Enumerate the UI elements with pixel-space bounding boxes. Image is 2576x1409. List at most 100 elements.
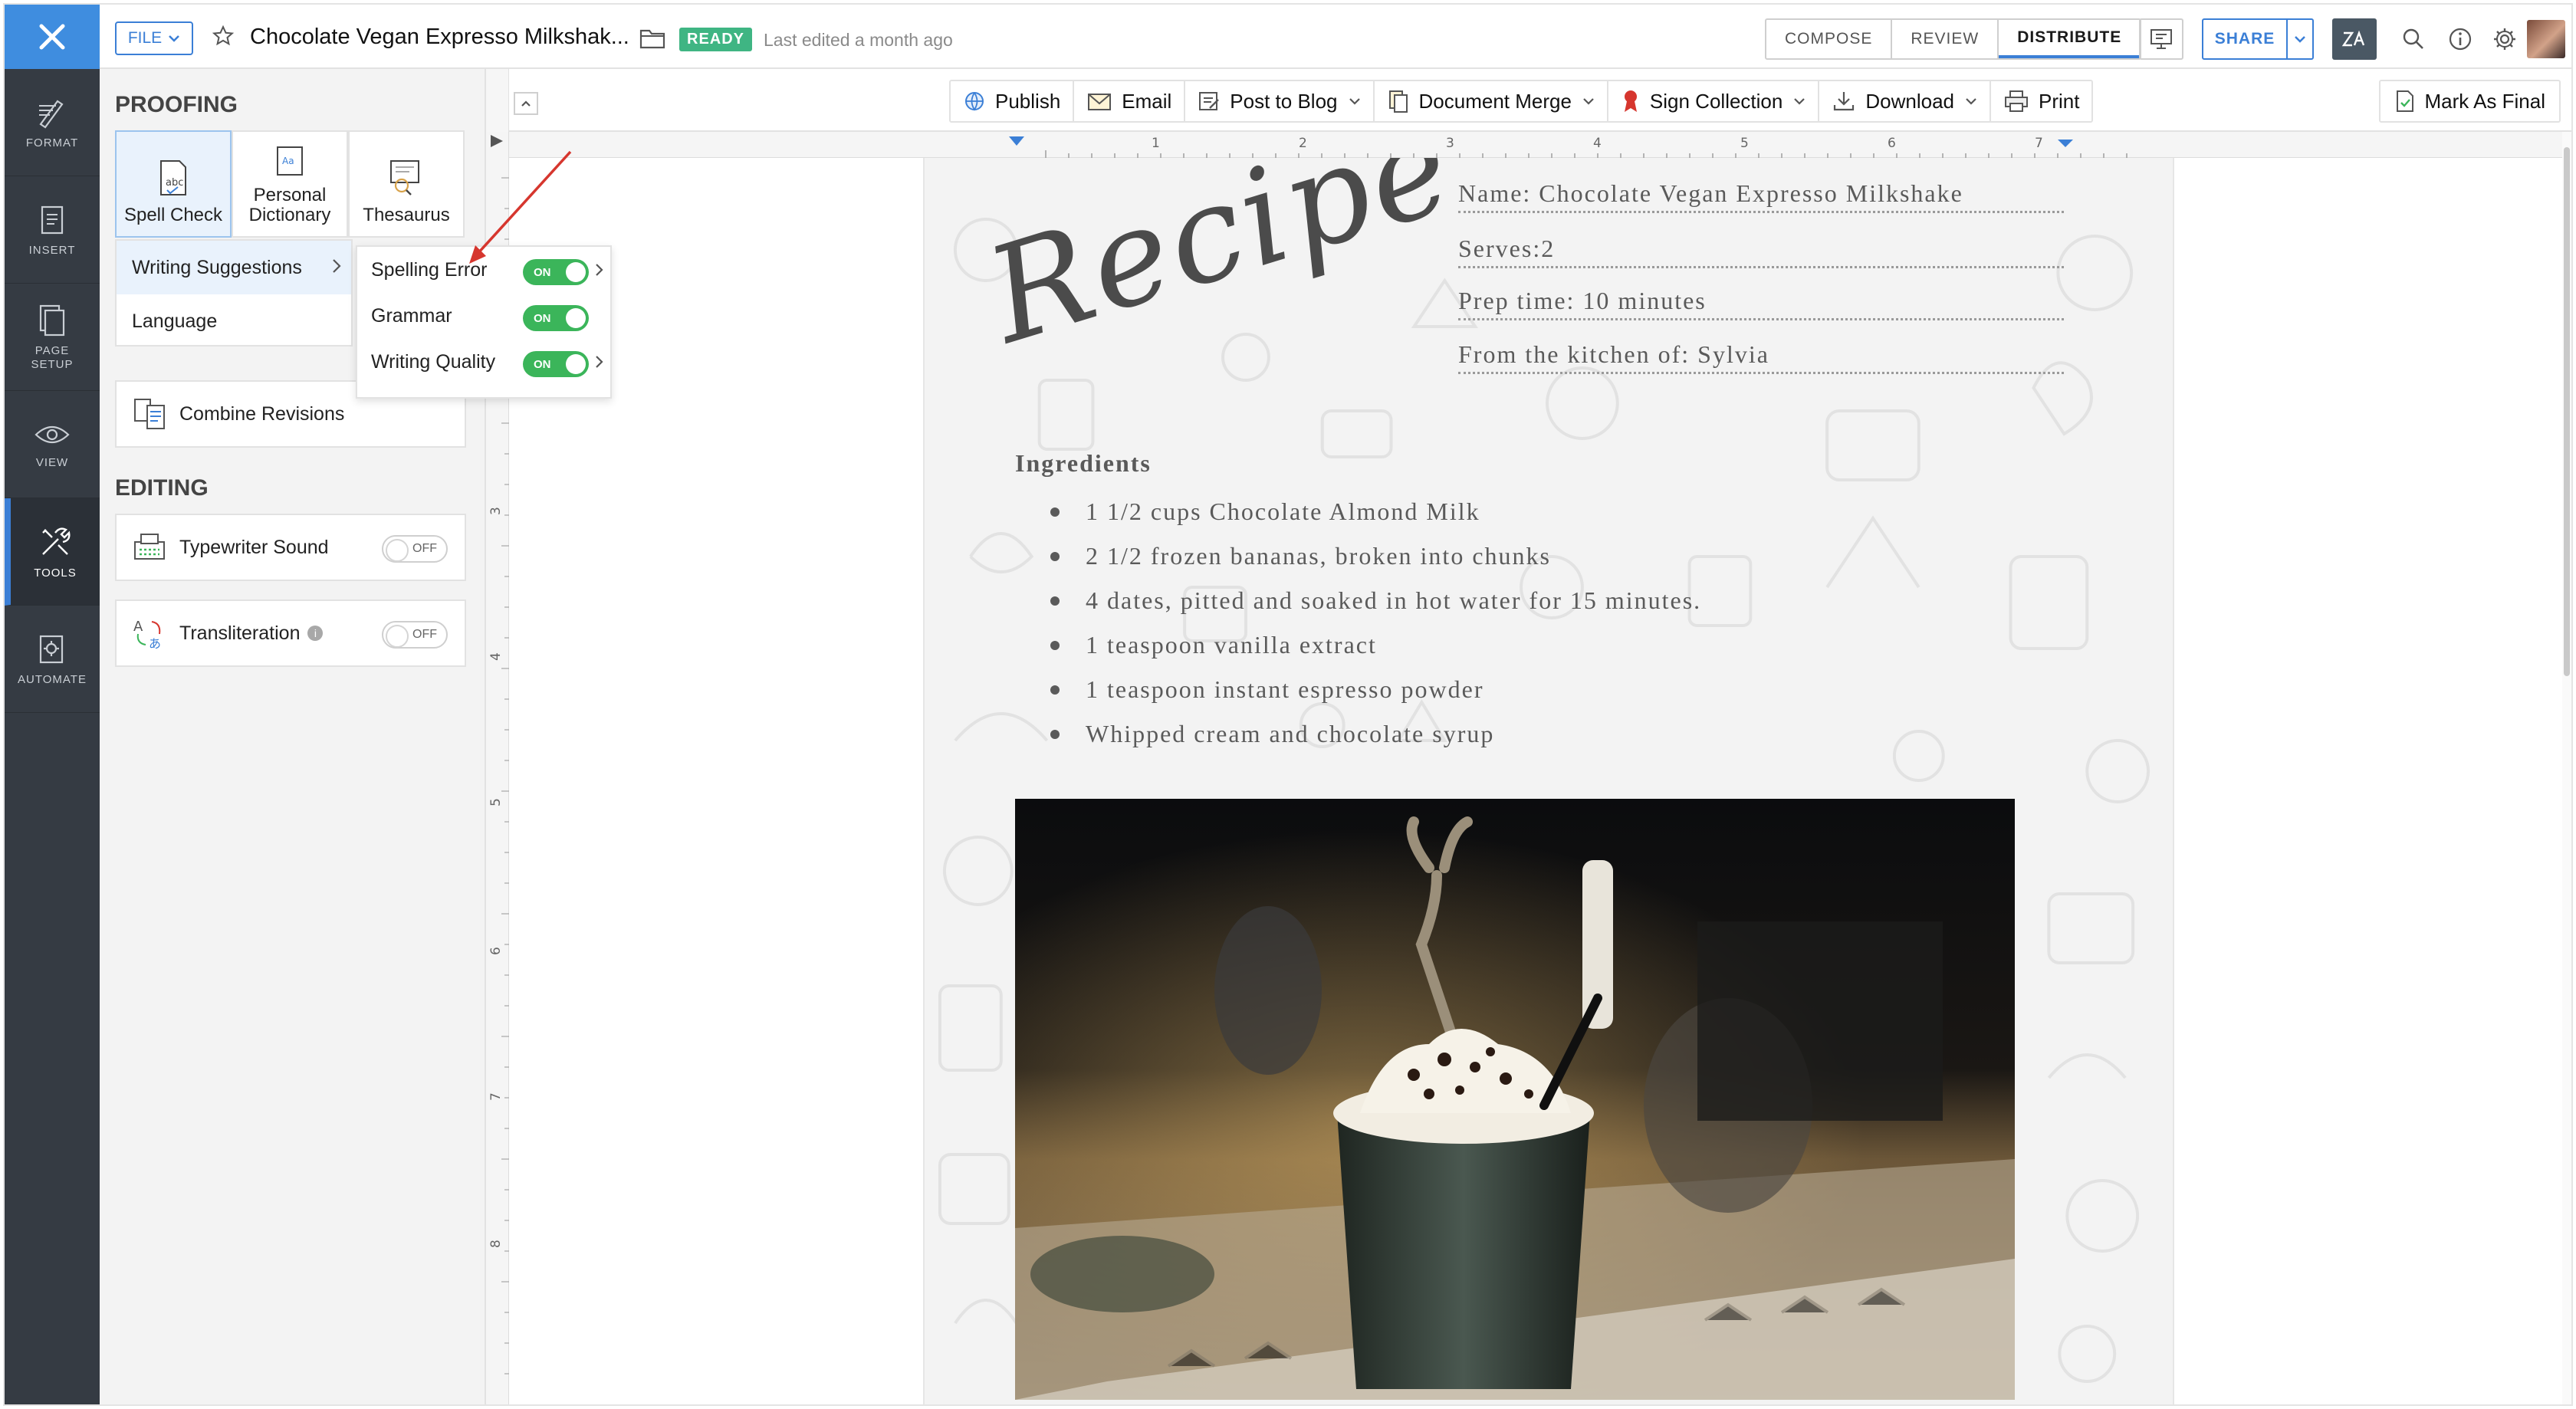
mark-as-final-button[interactable]: Mark As Final: [2378, 80, 2561, 123]
app-window: FILE Chocolate Vegan Expresso Milkshak..…: [3, 3, 2573, 1406]
kitchen-field[interactable]: From the kitchen of: Sylvia: [1458, 340, 2064, 374]
insert-icon: [41, 205, 64, 235]
document-merge-button[interactable]: Document Merge: [1375, 81, 1608, 121]
close-button[interactable]: [5, 5, 100, 69]
publish-label: Publish: [995, 89, 1061, 113]
collapse-toolbar-button[interactable]: [514, 92, 538, 115]
submenu-item-spelling-error[interactable]: Spelling Error ON: [357, 247, 610, 293]
post-to-blog-button[interactable]: Post to Blog: [1185, 81, 1375, 121]
thesaurus-label: Thesaurus: [363, 205, 450, 225]
svg-text:abc: abc: [166, 177, 183, 189]
rail-item-page-setup[interactable]: PAGE SETUP: [5, 284, 100, 391]
search-button[interactable]: [2390, 18, 2435, 60]
milkshake-photo[interactable]: [1015, 799, 2015, 1400]
ruler-label: 3: [1446, 136, 1454, 151]
submenu-item-grammar[interactable]: Grammar ON: [357, 293, 610, 339]
serves-field[interactable]: Serves:2: [1458, 235, 2064, 268]
sign-collection-button[interactable]: Sign Collection: [1608, 81, 1820, 121]
submenu-item-writing-quality[interactable]: Writing Quality ON: [357, 339, 610, 385]
download-button[interactable]: Download: [1819, 81, 1991, 121]
info-icon[interactable]: i: [307, 626, 324, 641]
chevron-right-icon[interactable]: [595, 262, 604, 278]
prep-time-field[interactable]: Prep time: 10 minutes: [1458, 287, 2064, 320]
chevron-right-icon: [333, 259, 341, 273]
present-button[interactable]: [2139, 18, 2183, 60]
vertical-scrollbar[interactable]: [2562, 132, 2571, 1404]
spelling-error-label: Spelling Error: [371, 258, 488, 281]
folder-button[interactable]: [639, 28, 665, 53]
tab-review[interactable]: REVIEW: [1892, 20, 1999, 58]
personal-dictionary-button[interactable]: Aa Personal Dictionary: [232, 130, 348, 238]
spelling-error-toggle[interactable]: ON: [523, 259, 589, 285]
settings-button[interactable]: [2482, 18, 2527, 60]
file-menu-button[interactable]: FILE: [115, 21, 193, 55]
rail-item-tools[interactable]: TOOLS: [5, 498, 100, 606]
name-field[interactable]: Name: Chocolate Vegan Expresso Milkshake: [1458, 179, 2064, 213]
ruler-label: 2: [1299, 136, 1307, 151]
rail-item-view[interactable]: VIEW: [5, 391, 100, 498]
info-button[interactable]: [2438, 18, 2482, 60]
chevron-right-icon[interactable]: [595, 354, 604, 369]
rail-item-format[interactable]: FORMAT: [5, 69, 100, 176]
spell-check-button[interactable]: abc Spell Check: [115, 130, 232, 238]
format-icon: [39, 100, 64, 129]
mark-final-icon: [2396, 90, 2413, 112]
print-button[interactable]: Print: [1991, 81, 2091, 121]
rail-item-insert[interactable]: INSERT: [5, 176, 100, 284]
writing-suggestions-label: Writing Suggestions: [132, 256, 302, 278]
document-canvas[interactable]: Recipe Name: Chocolate Vegan Expresso Mi…: [509, 158, 2571, 1404]
menu-item-writing-suggestions[interactable]: Writing Suggestions: [117, 241, 351, 294]
writing-quality-toggle[interactable]: ON: [523, 351, 589, 377]
grammar-toggle[interactable]: ON: [523, 305, 589, 331]
typewriter-sound-toggle[interactable]: OFF: [382, 535, 448, 563]
list-item[interactable]: 1 1/2 cups Chocolate Almond Milk: [1050, 489, 1701, 534]
folder-icon: [639, 29, 665, 49]
proofing-heading: PROOFING: [115, 92, 238, 117]
share-button[interactable]: SHARE: [2202, 18, 2314, 60]
ruler-label: 8: [488, 1240, 504, 1248]
last-edited-text[interactable]: Last edited a month ago: [764, 30, 953, 51]
document-merge-label: Document Merge: [1418, 89, 1572, 113]
transliteration-label: Transliteration: [179, 622, 301, 644]
chevron-down-icon: [1583, 98, 1594, 105]
typewriter-sound-row: Typewriter Sound OFF: [115, 514, 466, 581]
right-indent-marker[interactable]: [2058, 140, 2073, 147]
present-icon: [2150, 29, 2172, 49]
horizontal-ruler: 1 2 3 4 5 6 7: [509, 132, 2571, 158]
rail-label-tools: TOOLS: [34, 567, 77, 580]
rail-item-automate[interactable]: AUTOMATE: [5, 606, 100, 713]
rail-label-view: VIEW: [35, 456, 69, 469]
thesaurus-button[interactable]: Thesaurus: [348, 130, 465, 238]
ruler-label: 5: [488, 798, 504, 806]
list-item[interactable]: 1 teaspoon instant espresso powder: [1050, 667, 1701, 711]
zia-button[interactable]: [2332, 18, 2377, 60]
ingredients-heading[interactable]: Ingredients: [1015, 449, 1152, 478]
tab-compose[interactable]: COMPOSE: [1766, 20, 1893, 58]
avatar[interactable]: [2527, 20, 2565, 58]
distribute-toolbar: Publish Email Post to Blog Document Merg…: [509, 69, 2571, 132]
menu-item-language[interactable]: Language: [117, 294, 351, 348]
eye-icon: [34, 425, 70, 444]
transliteration-row: Aあ Transliteration i OFF: [115, 599, 466, 667]
combine-revisions-label: Combine Revisions: [179, 402, 345, 425]
email-button[interactable]: Email: [1074, 81, 1186, 121]
download-label: Download: [1865, 89, 1954, 113]
favorite-star-button[interactable]: [212, 25, 235, 51]
list-item[interactable]: 4 dates, pitted and soaked in hot water …: [1050, 578, 1701, 622]
svg-text:Aa: Aa: [282, 156, 294, 166]
ruler-label: 7: [2035, 136, 2043, 151]
ruler-toggle-icon[interactable]: [491, 135, 503, 147]
ruler-label: 6: [488, 947, 504, 955]
share-dropdown[interactable]: [2286, 20, 2312, 58]
sign-collection-label: Sign Collection: [1649, 89, 1783, 113]
document-title[interactable]: Chocolate Vegan Expresso Milkshak...: [250, 25, 629, 50]
transliteration-toggle[interactable]: OFF: [382, 621, 448, 649]
list-item[interactable]: 2 1/2 frozen bananas, broken into chunks: [1050, 534, 1701, 578]
list-item[interactable]: Whipped cream and chocolate syrup: [1050, 711, 1701, 756]
scrollbar-thumb[interactable]: [2564, 147, 2570, 676]
tab-distribute[interactable]: DISTRIBUTE: [1999, 20, 2141, 58]
document-page[interactable]: Recipe Name: Chocolate Vegan Expresso Mi…: [923, 158, 2174, 1404]
list-item[interactable]: 1 teaspoon vanilla extract: [1050, 622, 1701, 667]
left-indent-marker[interactable]: [1009, 136, 1024, 146]
publish-button[interactable]: Publish: [951, 81, 1075, 121]
